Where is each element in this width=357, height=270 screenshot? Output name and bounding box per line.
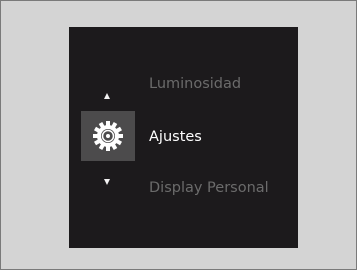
gear-icon [93,121,123,151]
arrow-down-icon [104,179,110,185]
menu-item-current[interactable]: Ajustes [149,128,202,146]
figure-frame: Luminosidad Ajustes Display Personal [0,0,357,270]
menu-item-previous[interactable]: Luminosidad [149,75,241,93]
arrow-up-icon [104,93,110,99]
menu-item-next[interactable]: Display Personal [149,179,269,197]
selected-icon-tile[interactable] [81,111,135,161]
